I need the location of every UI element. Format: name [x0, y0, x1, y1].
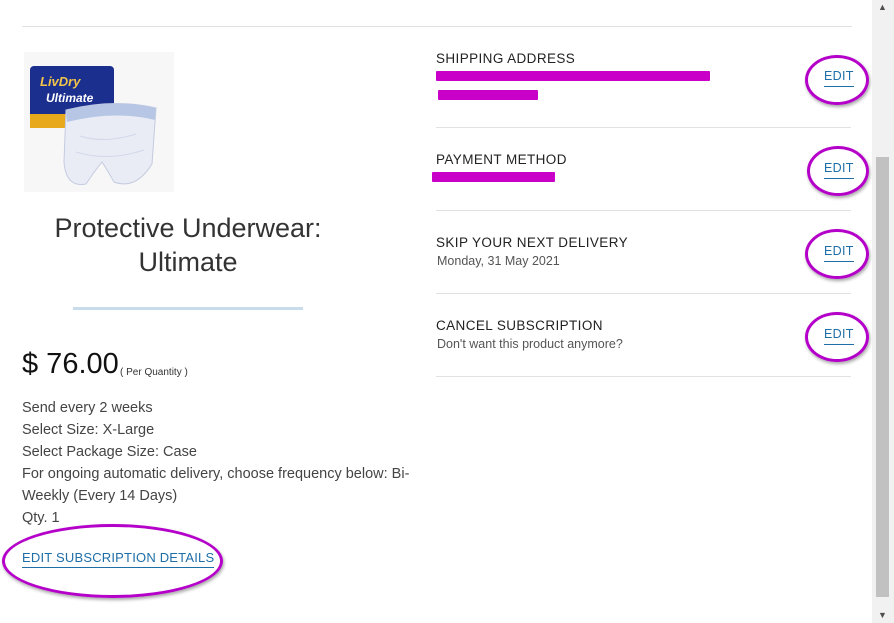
shipping-address-label: SHIPPING ADDRESS	[436, 51, 576, 66]
image-subtitle-text: Ultimate	[46, 91, 94, 105]
detail-delivery-line1: For ongoing automatic delivery, choose f…	[22, 466, 410, 482]
top-divider	[22, 26, 852, 27]
price-unit: ( Per Quantity )	[120, 367, 188, 378]
cancel-subscription-hint: Don't want this product anymore?	[437, 337, 623, 351]
product-title-line2: Ultimate	[138, 247, 238, 277]
image-brand-text: LivDry	[40, 74, 81, 89]
skip-next-delivery-label: SKIP YOUR NEXT DELIVERY	[436, 235, 629, 250]
redacted-payment-info	[432, 172, 555, 182]
scroll-down-arrow-icon[interactable]: ▼	[878, 610, 887, 620]
edit-cancel-subscription-button[interactable]: EDIT	[824, 327, 854, 345]
next-delivery-date: Monday, 31 May 2021	[437, 254, 560, 268]
edit-payment-method-button[interactable]: EDIT	[824, 161, 854, 179]
row-divider	[436, 293, 851, 294]
redacted-address-line1	[436, 71, 710, 81]
edit-subscription-details-link[interactable]: EDIT SUBSCRIPTION DETAILS	[22, 550, 215, 568]
detail-frequency: Send every 2 weeks	[22, 400, 153, 416]
redacted-address-line2	[438, 90, 538, 100]
row-divider	[436, 376, 851, 377]
payment-method-label: PAYMENT METHOD	[436, 152, 567, 167]
scrollbar-thumb[interactable]	[876, 157, 889, 597]
row-divider	[436, 210, 851, 211]
vertical-scrollbar[interactable]: ▲ ▼	[872, 0, 894, 623]
product-title-line1: Protective Underwear:	[54, 213, 322, 243]
detail-delivery-line2: Weekly (Every 14 Days)	[22, 488, 178, 504]
product-image: LivDry Ultimate	[24, 52, 174, 192]
title-divider	[73, 307, 303, 310]
edit-skip-delivery-button[interactable]: EDIT	[824, 244, 854, 262]
scroll-up-arrow-icon[interactable]: ▲	[878, 2, 887, 12]
detail-quantity: Qty. 1	[22, 510, 60, 526]
detail-size: Select Size: X-Large	[22, 422, 155, 438]
edit-shipping-address-button[interactable]: EDIT	[824, 69, 854, 87]
cancel-subscription-label: CANCEL SUBSCRIPTION	[436, 318, 603, 333]
row-divider	[436, 127, 851, 128]
product-price: $ 76.00	[22, 348, 119, 380]
detail-package-size: Select Package Size: Case	[22, 444, 197, 460]
